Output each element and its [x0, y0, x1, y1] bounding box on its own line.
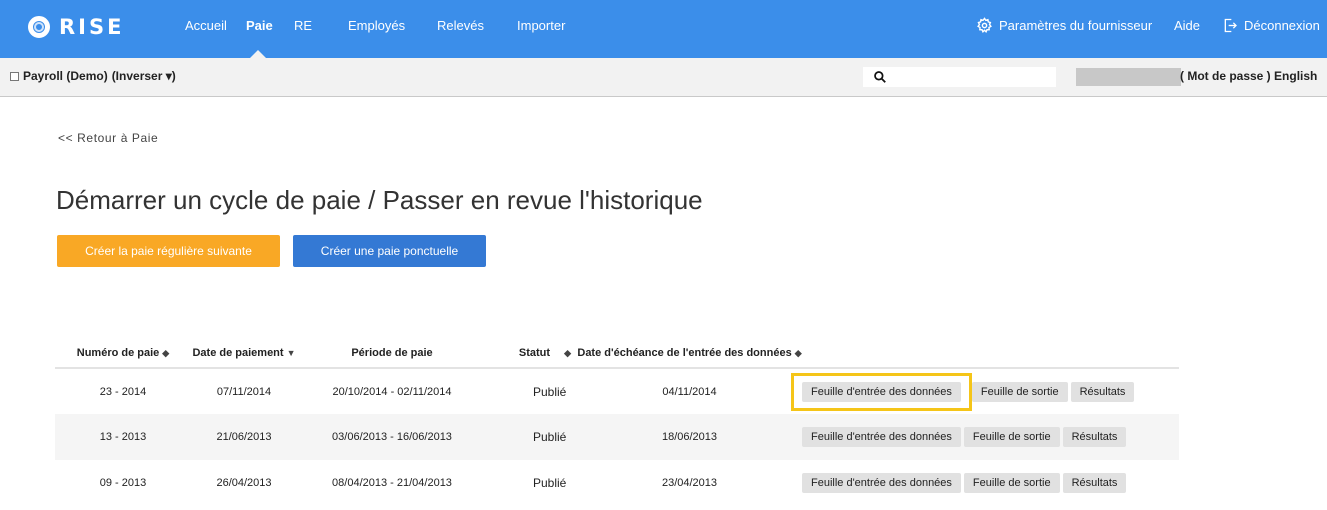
logo-circle-icon	[28, 16, 50, 38]
logout-label: Déconnexion	[1244, 18, 1320, 33]
nav-item-importer[interactable]: Importer	[517, 18, 565, 33]
sort-both-icon: ◆	[794, 347, 802, 358]
highlight-box: Feuille d'entrée des données	[791, 372, 972, 411]
col-header-status[interactable]: Statut ◆	[487, 338, 577, 369]
logout-icon	[1224, 18, 1237, 33]
pay-period-cell: 03/06/2013 - 16/06/2013	[332, 431, 452, 443]
page-title: Démarrer un cycle de paie / Passer en re…	[56, 185, 703, 215]
table-row: 13 - 2013 21/06/2013 03/06/2013 - 16/06/…	[55, 414, 1179, 460]
pay-number-cell: 23 - 2014	[99, 385, 147, 398]
pay-number-cell: 13 - 2013	[99, 431, 147, 443]
supplier-settings-label: Paramètres du fournisseur	[999, 18, 1153, 33]
sort-desc-icon: ▼	[286, 347, 296, 358]
company-selector[interactable]: Payroll (Demo) (Inverser ▾)	[10, 69, 176, 83]
active-nav-caret	[250, 50, 266, 58]
gear-icon	[977, 17, 992, 34]
col-header-pay-period: Période de paie	[297, 338, 487, 369]
nav-item-re[interactable]: RE	[294, 18, 312, 33]
supplier-settings-link[interactable]: Paramètres du fournisseur	[976, 17, 1152, 34]
create-regular-pay-button[interactable]: Créer la paie régulière suivante	[57, 235, 280, 267]
col-header-pay-period-label: Période de paie	[351, 346, 433, 359]
nav-item-releves[interactable]: Relevés	[437, 18, 484, 33]
create-oneoff-pay-button[interactable]: Créer une paie ponctuelle	[293, 235, 486, 267]
nav-item-employes[interactable]: Employés	[348, 18, 405, 33]
output-sheet-button[interactable]: Feuille de sortie	[963, 473, 1060, 493]
logout-link[interactable]: Déconnexion	[1222, 17, 1320, 34]
results-button[interactable]: Résultats	[1070, 381, 1135, 402]
pay-period-cell: 08/04/2013 - 21/04/2013	[332, 477, 452, 489]
pay-period-cell: 20/10/2014 - 02/11/2014	[332, 385, 452, 398]
col-header-status-label: Statut	[518, 346, 551, 359]
logo-text: RISE	[59, 15, 125, 39]
actions-cell: Feuille d'entrée des données Feuille de s…	[791, 368, 1179, 414]
data-entry-sheet-button[interactable]: Feuille d'entrée des données	[802, 427, 961, 447]
password-link[interactable]: ( Mot de passe )	[1180, 69, 1271, 83]
sort-both-icon: ◆	[162, 347, 170, 358]
pay-date-cell: 21/06/2013	[216, 431, 272, 443]
status-cell: Publié	[533, 476, 567, 490]
status-cell: Publié	[533, 430, 567, 444]
output-sheet-button[interactable]: Feuille de sortie	[963, 427, 1060, 447]
help-link[interactable]: Aide	[1174, 18, 1200, 33]
col-header-due-date-label: Date d'échéance de l'entrée des données	[577, 346, 792, 359]
data-entry-sheet-button[interactable]: Feuille d'entrée des données	[802, 473, 961, 493]
account-links: ( Mot de passe ) English	[1180, 69, 1317, 83]
nav-item-paie[interactable]: Paie	[246, 18, 273, 33]
company-subbar: Payroll (Demo) (Inverser ▾) ( Mot de pas…	[0, 58, 1327, 97]
top-navbar: RISE Accueil Paie RE Employés Relevés Im…	[0, 0, 1327, 58]
sort-both-icon: ◆	[564, 347, 571, 358]
due-date-cell: 04/11/2014	[662, 385, 717, 398]
redacted-username	[1076, 68, 1181, 86]
help-label: Aide	[1174, 18, 1201, 33]
due-date-cell: 18/06/2013	[661, 431, 718, 443]
search-icon[interactable]	[873, 70, 887, 84]
results-button[interactable]: Résultats	[1062, 427, 1127, 447]
col-header-pay-number-label: Numéro de paie	[76, 346, 160, 359]
col-header-due-date[interactable]: Date d'échéance de l'entrée des données ◆	[577, 338, 802, 369]
col-header-actions	[802, 338, 1179, 369]
actions-cell: Feuille d'entrée des données Feuille de s…	[802, 414, 1179, 460]
table-row: 23 - 2014 07/11/2014 20/10/2014 - 02/11/…	[55, 368, 1179, 414]
search-input[interactable]	[893, 68, 1053, 86]
col-header-pay-date-label: Date de paiement	[192, 346, 284, 359]
actions-cell: Feuille d'entrée des données Feuille de s…	[802, 460, 1179, 506]
nav-item-accueil[interactable]: Accueil	[185, 18, 227, 33]
pay-date-cell: 26/04/2013	[216, 477, 272, 489]
col-header-pay-date[interactable]: Date de paiement ▼	[191, 338, 297, 369]
status-cell: Publié	[533, 384, 567, 399]
output-sheet-button[interactable]: Feuille de sortie	[971, 381, 1068, 402]
language-link[interactable]: English	[1274, 69, 1317, 83]
pay-number-cell: 09 - 2013	[99, 477, 147, 489]
pay-date-cell: 07/11/2014	[216, 385, 272, 398]
col-header-pay-number[interactable]: Numéro de paie ◆	[55, 338, 191, 369]
company-name: Payroll (Demo)	[23, 69, 108, 83]
rise-logo[interactable]: RISE	[28, 15, 124, 39]
data-entry-sheet-button[interactable]: Feuille d'entrée des données	[802, 381, 961, 402]
company-checkbox[interactable]	[10, 71, 19, 81]
table-header-row: Numéro de paie ◆ Date de paiement ▼ Périod…	[55, 338, 1179, 369]
table-row: 09 - 2013 26/04/2013 08/04/2013 - 21/04/…	[55, 460, 1179, 506]
back-to-pay-link[interactable]: << Retour à Paie	[58, 131, 158, 145]
pay-history-table: Numéro de paie ◆ Date de paiement ▼ Périod…	[55, 338, 1179, 506]
results-button[interactable]: Résultats	[1062, 473, 1127, 493]
invert-toggle[interactable]: (Inverser ▾)	[112, 69, 176, 83]
due-date-cell: 23/04/2013	[661, 477, 718, 489]
